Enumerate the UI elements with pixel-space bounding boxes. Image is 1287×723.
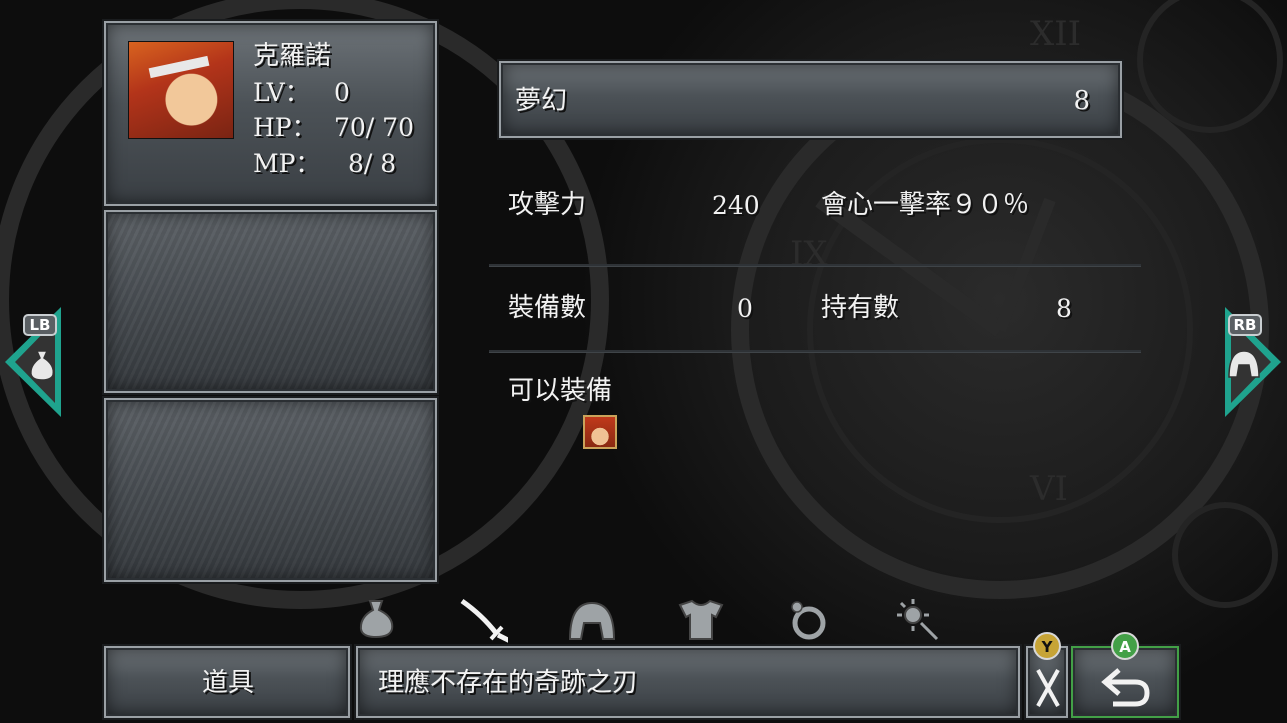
- svg-text:VI: VI: [1029, 469, 1068, 509]
- lb-button[interactable]: LB: [3, 307, 63, 417]
- hp-label: HP：: [253, 113, 317, 142]
- lv-value: 0: [334, 78, 350, 107]
- hp-value: 70/ 70: [334, 113, 414, 142]
- armor-icon[interactable]: [676, 597, 726, 647]
- sword-icon[interactable]: [458, 593, 508, 643]
- helmet-icon[interactable]: [567, 597, 617, 647]
- close-x-icon: [1036, 669, 1060, 707]
- equippable-label: 可以裝備: [508, 376, 613, 406]
- lv-label: LV：: [253, 78, 310, 107]
- accessory-icon[interactable]: [893, 595, 943, 645]
- equipped-label: 裝備數: [508, 293, 587, 323]
- bag-icon: [30, 350, 55, 381]
- party-slot-3[interactable]: [104, 398, 437, 582]
- item-description: 理應不存在的奇跡之刃: [378, 668, 639, 698]
- a-button-badge: A: [1111, 632, 1139, 660]
- back-arrow-icon: [1101, 668, 1150, 707]
- character-panel[interactable]: 克羅諾 LV： 0 HP： 70/ 70 MP： 8/ 8: [104, 21, 437, 206]
- character-portrait: [128, 41, 234, 139]
- critical-rate: 會心一擊率９０％: [821, 190, 1030, 220]
- party-slot-2[interactable]: [104, 210, 437, 393]
- category-label: 道具: [202, 668, 255, 698]
- item-header[interactable]: 夢幻 8: [499, 61, 1122, 138]
- category-button[interactable]: 道具: [104, 646, 350, 718]
- y-button-badge: Y: [1033, 632, 1061, 660]
- lb-label: LB: [23, 314, 57, 336]
- description-box: 理應不存在的奇跡之刃: [356, 646, 1020, 718]
- rb-label: RB: [1228, 314, 1262, 336]
- attack-label: 攻擊力: [508, 190, 587, 220]
- item-name: 夢幻: [515, 86, 568, 116]
- stats-divider-2: [489, 350, 1141, 352]
- equipped-value: 0: [737, 294, 753, 323]
- equippable-character-icon: [583, 415, 617, 449]
- rb-button[interactable]: RB: [1223, 307, 1283, 417]
- helmet-icon: [1228, 350, 1260, 378]
- attack-value: 240: [712, 191, 760, 220]
- svg-text:IX: IX: [790, 234, 828, 274]
- item-count: 8: [1073, 86, 1090, 116]
- owned-value: 8: [1056, 294, 1072, 323]
- mp-label: MP：: [253, 149, 321, 178]
- stats-divider-1: [489, 264, 1141, 266]
- bag-icon[interactable]: [352, 595, 402, 645]
- owned-label: 持有數: [821, 293, 900, 323]
- mp-value: 8/ 8: [348, 149, 397, 178]
- svg-text:XII: XII: [1030, 14, 1081, 54]
- ring-icon[interactable]: [785, 597, 835, 647]
- character-name: 克羅諾: [253, 41, 332, 71]
